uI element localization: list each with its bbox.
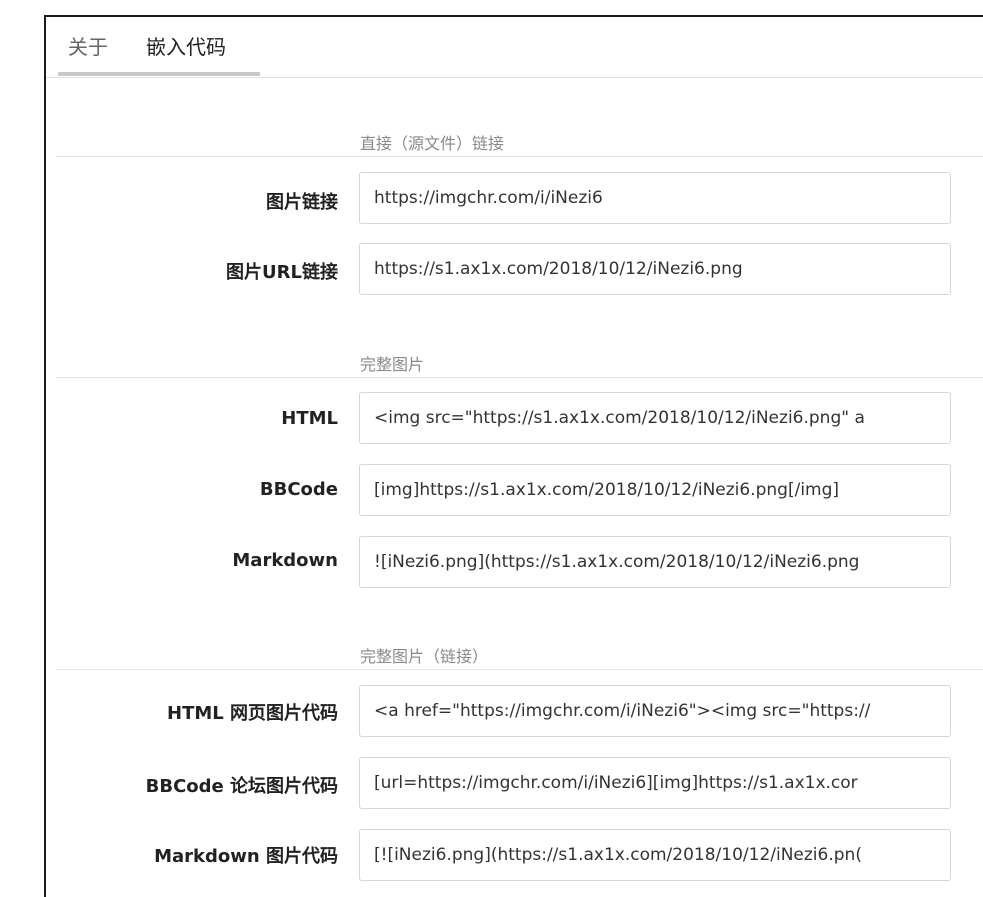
section-divider — [56, 669, 983, 670]
label-image-url-link: 图片URL链接 — [226, 262, 338, 283]
label-html: HTML — [281, 408, 338, 429]
html-code-field[interactable]: <img src="https://s1.ax1x.com/2018/10/12… — [359, 392, 951, 444]
markdown-field[interactable]: ![iNezi6.png](https://s1.ax1x.com/2018/1… — [359, 536, 951, 588]
tab-bar: 关于 嵌入代码 — [46, 17, 983, 78]
bbcode-field[interactable]: [img]https://s1.ax1x.com/2018/10/12/iNez… — [359, 464, 951, 516]
image-link-field[interactable]: https://imgchr.com/i/iNezi6 — [359, 172, 951, 224]
section-title-full-image-link: 完整图片（链接） — [360, 647, 489, 666]
label-markdown-code: Markdown 图片代码 — [154, 846, 338, 867]
embed-code-panel: 关于 嵌入代码 直接（源文件）链接 图片链接 https://imgchr.co… — [44, 15, 983, 897]
section-title-direct-link: 直接（源文件）链接 — [360, 134, 505, 153]
markdown-code-field[interactable]: [![iNezi6.png](https://s1.ax1x.com/2018/… — [359, 829, 951, 881]
tab-about[interactable]: 关于 — [68, 31, 108, 60]
section-divider — [56, 377, 983, 378]
active-tab-indicator — [58, 72, 260, 76]
label-bbcode-forum-code: BBCode 论坛图片代码 — [145, 776, 338, 797]
image-url-link-field[interactable]: https://s1.ax1x.com/2018/10/12/iNezi6.pn… — [359, 243, 951, 295]
label-html-web-code: HTML 网页图片代码 — [167, 703, 338, 724]
html-web-code-field[interactable]: <a href="https://imgchr.com/i/iNezi6"><i… — [359, 685, 951, 737]
bbcode-forum-code-field[interactable]: [url=https://imgchr.com/i/iNezi6][img]ht… — [359, 757, 951, 809]
tab-embed-code[interactable]: 嵌入代码 — [146, 31, 226, 60]
section-title-full-image: 完整图片 — [360, 355, 425, 374]
section-divider — [56, 156, 983, 157]
label-image-link: 图片链接 — [266, 192, 338, 213]
label-bbcode: BBCode — [259, 479, 338, 500]
label-markdown: Markdown — [232, 550, 338, 571]
